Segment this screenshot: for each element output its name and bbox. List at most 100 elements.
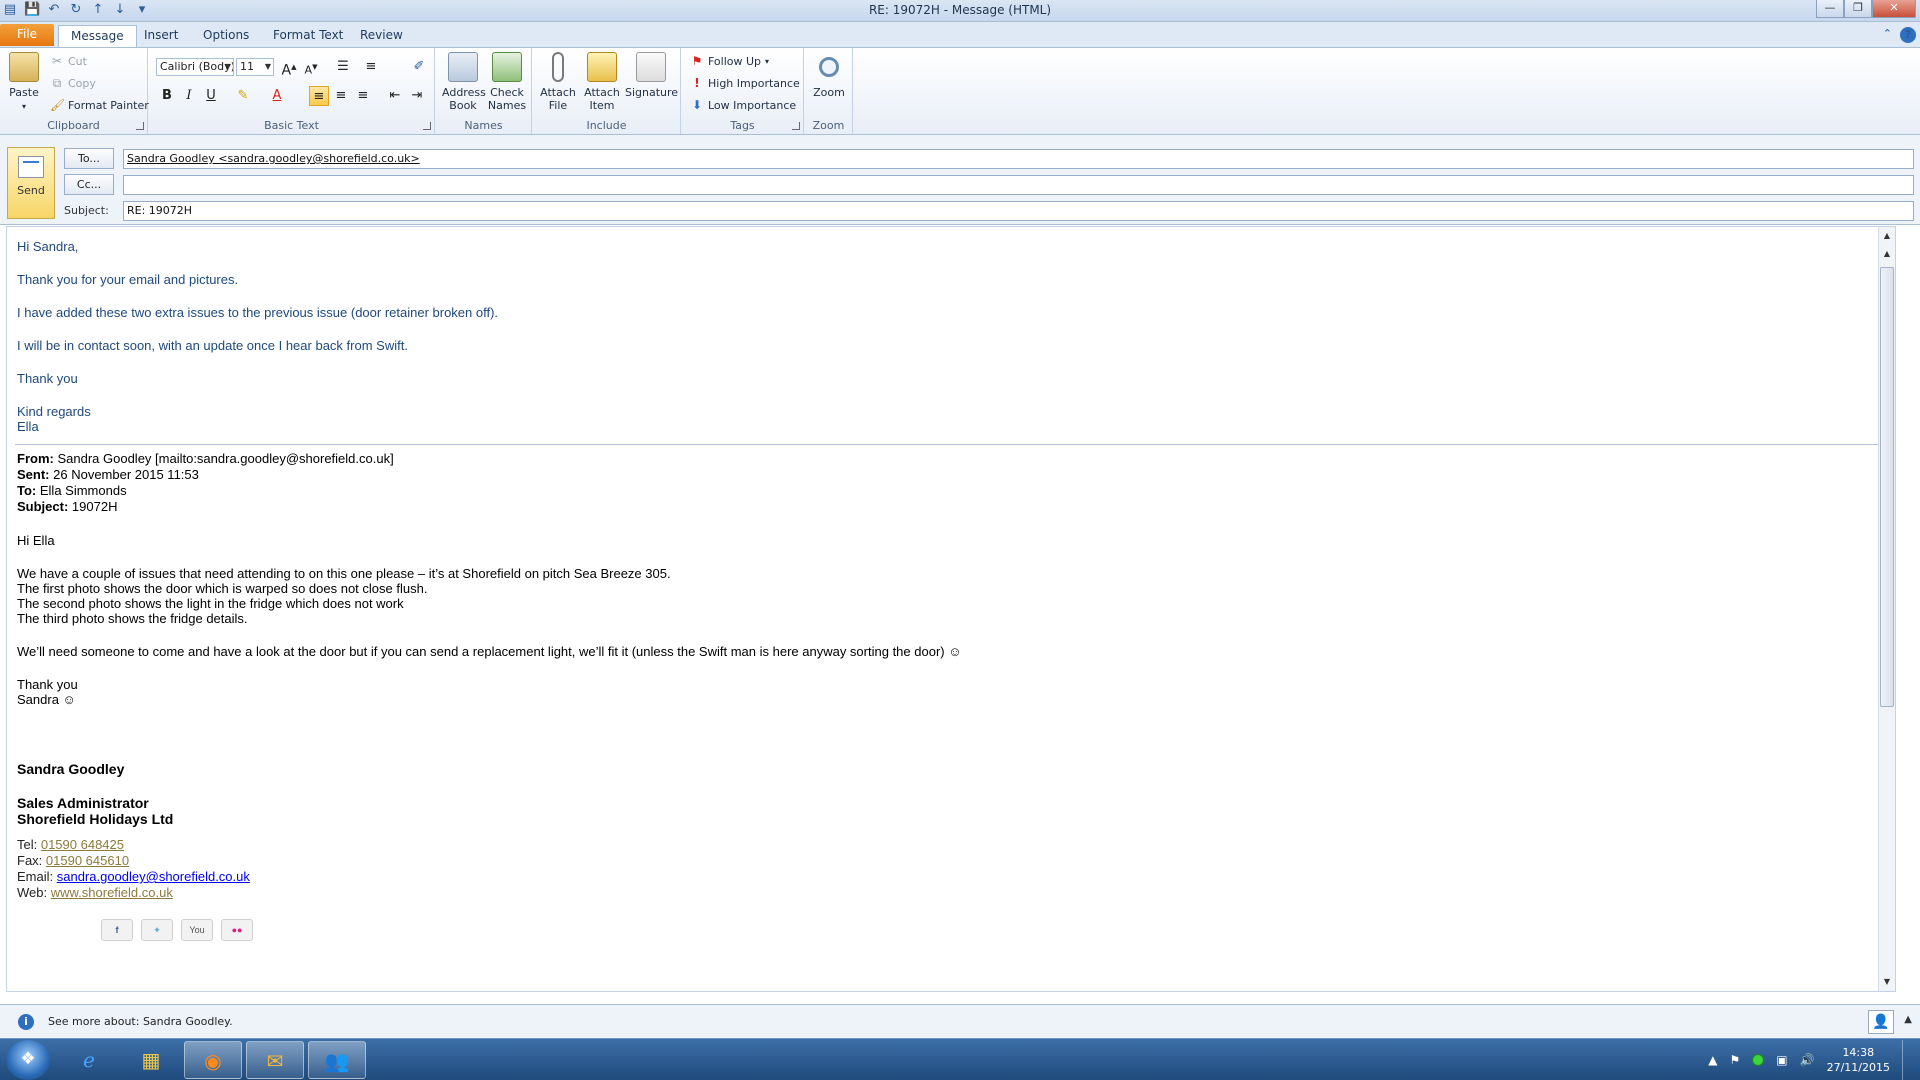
file-explorer-icon[interactable]: ▦ [122, 1041, 180, 1079]
increase-indent-icon[interactable]: ⇥ [407, 86, 427, 106]
send-button[interactable]: Send [7, 147, 55, 219]
email-link[interactable]: sandra.goodley@shorefield.co.uk [57, 869, 250, 884]
shrink-font-icon[interactable]: A▼ [301, 57, 321, 77]
system-tray: ▲ ⚑ ▣ 🔊 14:38 27/11/2015 [1708, 1039, 1912, 1080]
font-color-icon[interactable]: A [267, 86, 287, 106]
original-to: To: Ella Simmonds [17, 483, 127, 498]
clear-formatting-icon[interactable]: ✐ [409, 57, 429, 77]
tab-file[interactable]: File [0, 24, 54, 46]
scroll-down-icon[interactable]: ▼ [1880, 975, 1894, 989]
firefox-icon[interactable]: ◉ [184, 1041, 242, 1079]
follow-up-button[interactable]: ⚑ Follow Up ▾ [690, 54, 769, 68]
show-hidden-icons-icon[interactable]: ▲ [1708, 1053, 1717, 1067]
close-button[interactable]: ✕ [1872, 0, 1916, 18]
zoom-button[interactable]: Zoom [809, 52, 849, 99]
tab-review[interactable]: Review [348, 25, 415, 47]
signature-web: Web: www.shorefield.co.uk [17, 885, 173, 900]
clipboard-launcher-icon[interactable] [136, 122, 144, 130]
address-book-button[interactable]: Address Book [442, 52, 486, 112]
format-painter-button[interactable]: 🖌 Format Painter [50, 98, 149, 112]
paperclip-icon [552, 52, 564, 82]
highlight-icon[interactable]: ✎ [233, 86, 253, 106]
flag-icon: ⚑ [691, 54, 703, 68]
group-include: Attach File Attach Item Signature Includ… [533, 48, 681, 134]
group-zoom: Zoom Zoom [805, 48, 853, 134]
envelope-icon [587, 52, 617, 82]
signature-button[interactable]: Signature [625, 52, 678, 99]
bold-icon[interactable]: B [157, 86, 177, 106]
subject-field[interactable]: RE: 19072H [123, 201, 1914, 221]
numbering-icon[interactable]: ≡ [361, 57, 381, 77]
align-left-icon[interactable]: ≡ [309, 86, 329, 106]
chevron-up-icon[interactable]: ▲ [1904, 1014, 1912, 1025]
youtube-icon[interactable]: You [181, 919, 213, 941]
volume-icon[interactable]: 🔊 [1800, 1053, 1815, 1067]
cut-button[interactable]: ✂ Cut [50, 54, 87, 68]
network-icon[interactable]: ▣ [1776, 1053, 1787, 1067]
twitter-icon[interactable]: ✦ [141, 919, 173, 941]
underline-icon[interactable]: U [201, 86, 221, 106]
cc-button[interactable]: Cc... [64, 174, 114, 195]
vertical-scrollbar[interactable]: ▲ ▲ ▼ [1878, 227, 1895, 991]
tel-link[interactable]: 01590 648425 [41, 837, 124, 852]
start-button[interactable] [6, 1040, 50, 1080]
clock[interactable]: 14:38 27/11/2015 [1827, 1045, 1890, 1075]
scissors-icon: ✂ [51, 54, 63, 68]
original-line: We’ll need someone to come and have a lo… [17, 644, 962, 659]
group-label-basic-text: Basic Text [264, 119, 319, 132]
bullets-icon[interactable]: ☰ [333, 57, 353, 77]
tab-insert[interactable]: Insert [132, 25, 190, 47]
show-desktop-button[interactable] [1902, 1040, 1912, 1080]
align-center-icon[interactable]: ≡ [331, 86, 351, 106]
original-thanks: Thank you [17, 677, 78, 692]
tab-format-text[interactable]: Format Text [261, 25, 355, 47]
maximize-button[interactable]: ❐ [1844, 0, 1872, 18]
web-link[interactable]: www.shorefield.co.uk [51, 885, 173, 900]
copy-button[interactable]: ⧉ Copy [50, 76, 96, 90]
help-icon[interactable]: ? [1900, 27, 1916, 43]
low-importance-button[interactable]: ⬇ Low Importance [690, 98, 796, 112]
attach-item-button[interactable]: Attach Item [581, 52, 623, 112]
minimize-button[interactable]: — [1816, 0, 1844, 18]
to-button[interactable]: To... [64, 148, 114, 169]
font-size-combo[interactable]: 11 ▼ [236, 58, 274, 76]
tab-message[interactable]: Message [58, 25, 137, 47]
scroll-up-icon[interactable]: ▲ [1880, 229, 1894, 243]
fax-link[interactable]: 01590 645610 [46, 853, 129, 868]
paste-button[interactable]: Paste ▾ [6, 52, 42, 113]
check-names-button[interactable]: Check Names [486, 52, 528, 112]
person-icon[interactable]: 👤 [1868, 1010, 1894, 1034]
flickr-icon[interactable]: ●● [221, 919, 253, 941]
original-sent: Sent: 26 November 2015 11:53 [17, 467, 199, 482]
original-sign: Sandra ☺ [17, 692, 76, 707]
basic-text-launcher-icon[interactable] [423, 122, 431, 130]
grow-font-icon[interactable]: A▲ [279, 57, 299, 79]
attach-file-button[interactable]: Attach File [537, 52, 579, 112]
message-body[interactable]: Hi Sandra, Thank you for your email and … [6, 226, 1896, 992]
outlook-icon[interactable]: ✉ [246, 1041, 304, 1079]
decrease-indent-icon[interactable]: ⇤ [385, 86, 405, 106]
message-content: Hi Sandra, Thank you for your email and … [15, 239, 1885, 941]
status-green-icon[interactable] [1752, 1054, 1765, 1066]
people-pane-text[interactable]: See more about: Sandra Goodley. [48, 1015, 233, 1028]
group-label-tags: Tags [730, 119, 755, 132]
font-name-combo[interactable]: Calibri (Body) ▼ [156, 58, 234, 76]
italic-icon[interactable]: I [179, 86, 199, 106]
align-right-icon[interactable]: ≡ [353, 86, 373, 106]
minimize-ribbon-icon[interactable]: ⌃ [1883, 27, 1892, 43]
to-field[interactable]: Sandra Goodley <sandra.goodley@shorefiel… [123, 149, 1914, 169]
scroll-thumb[interactable] [1880, 267, 1894, 707]
users-app-icon[interactable]: 👥 [308, 1041, 366, 1079]
cc-field[interactable] [123, 175, 1914, 195]
reply-line: I have added these two extra issues to t… [17, 305, 499, 320]
action-center-flag-icon[interactable]: ⚑ [1730, 1053, 1741, 1067]
scroll-up-icon[interactable]: ▲ [1880, 247, 1894, 261]
info-icon: i [18, 1014, 34, 1030]
high-importance-button[interactable]: ! High Importance [690, 76, 800, 90]
tags-launcher-icon[interactable] [792, 122, 800, 130]
internet-explorer-icon[interactable]: ℯ [60, 1041, 118, 1079]
tab-options[interactable]: Options [191, 25, 261, 47]
signature-title: Sales Administrator [17, 795, 149, 811]
signature-company: Shorefield Holidays Ltd [17, 811, 174, 827]
facebook-icon[interactable]: f [101, 919, 133, 941]
